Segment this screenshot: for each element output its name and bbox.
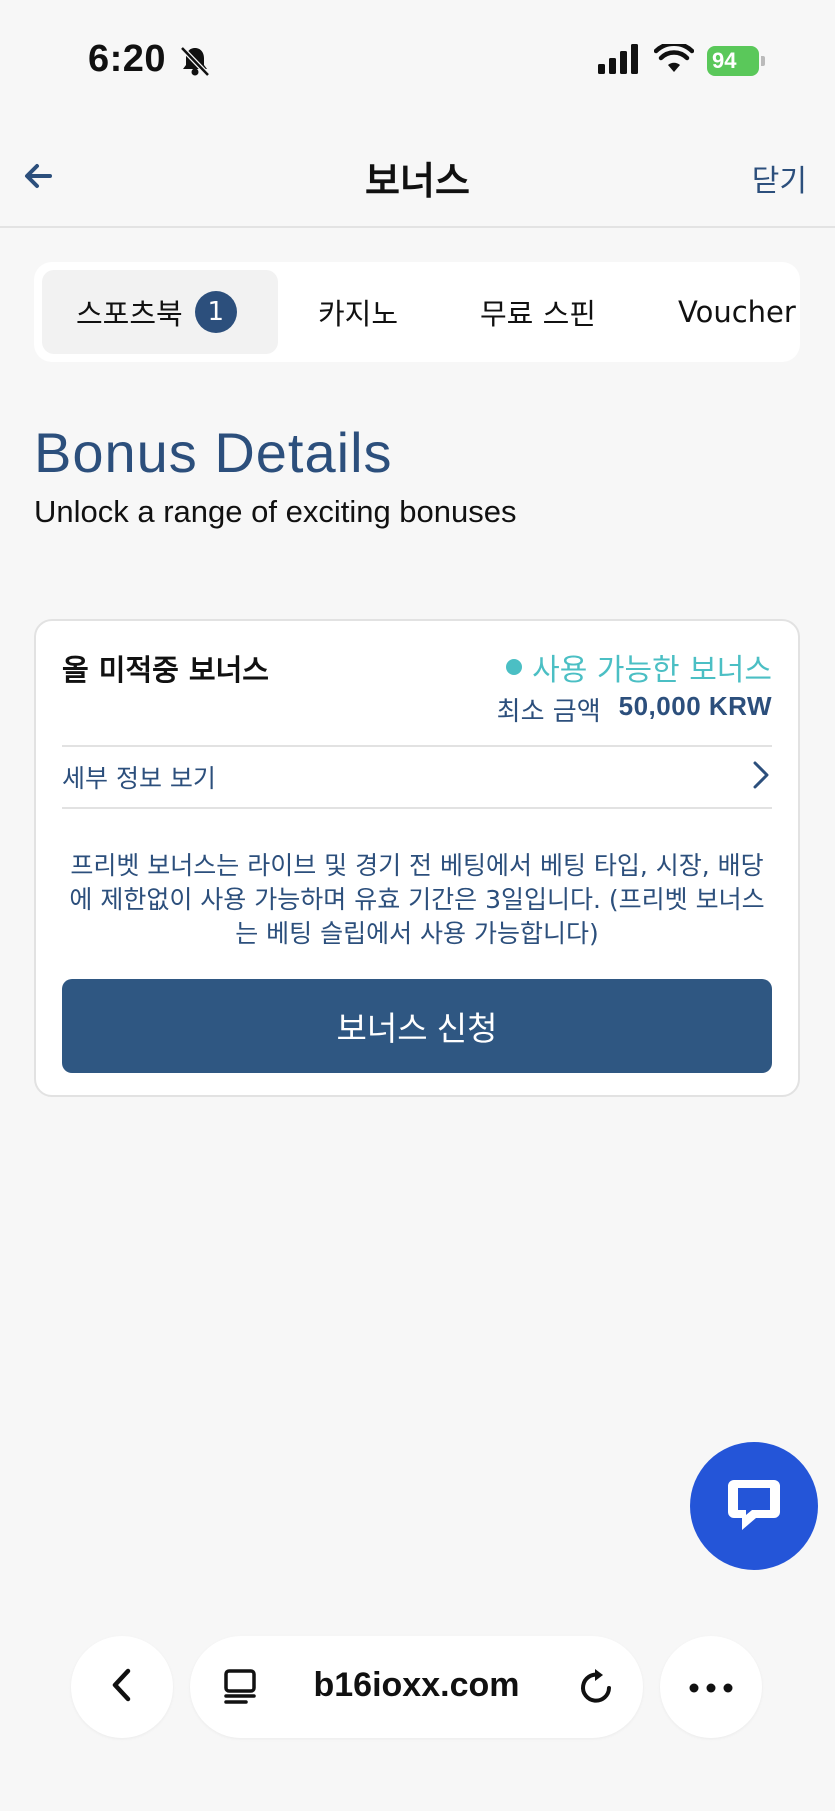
status-dot-icon	[506, 659, 523, 675]
cellular-signal-icon	[598, 44, 640, 78]
chat-button[interactable]	[690, 1442, 818, 1570]
battery-icon: 94	[707, 46, 765, 76]
bonus-status: 사용 가능한 보너스	[506, 645, 772, 689]
more-dots-icon	[689, 1678, 733, 1697]
tab-label: Voucher	[678, 295, 796, 329]
tab-sportsbook[interactable]: 스포츠북 1	[42, 270, 278, 354]
bell-muted-icon	[178, 44, 212, 82]
tab-free-spins[interactable]: 무료 스핀	[480, 270, 596, 354]
bonus-description: 프리벳 보너스는 라이브 및 경기 전 베팅에서 베팅 타입, 시장, 배당에 …	[69, 851, 765, 948]
tab-count-badge: 1	[194, 291, 237, 333]
browser-more-button[interactable]	[660, 1636, 762, 1738]
browser-back-button[interactable]	[71, 1636, 173, 1738]
close-button[interactable]: 닫기	[752, 156, 807, 200]
tab-voucher[interactable]: Voucher	[678, 270, 796, 354]
view-details-label: 세부 정보 보기	[62, 764, 216, 793]
minimum-amount: 최소 금액 50,000 KRW	[497, 691, 772, 728]
status-bar: 6:20 94	[0, 0, 835, 120]
bonus-tabs: 스포츠북 1 카지노 무료 스핀 Voucher	[34, 262, 800, 362]
view-details-row[interactable]: 세부 정보 보기	[62, 747, 772, 807]
section-subtitle: Unlock a range of exciting bonuses	[34, 494, 517, 529]
url-text: b16ioxx.com	[313, 1666, 520, 1704]
status-time: 6:20	[88, 38, 167, 80]
page-title: 보너스	[365, 159, 470, 203]
chevron-right-icon	[750, 760, 772, 794]
tab-label: 카지노	[318, 297, 399, 331]
chevron-left-icon	[107, 1665, 137, 1709]
min-amount-label: 최소 금액	[496, 697, 601, 727]
status-text: 사용 가능한 보너스	[532, 653, 772, 688]
browser-toolbar: b16ioxx.com	[0, 1620, 835, 1811]
wifi-icon	[653, 41, 695, 78]
bonus-title: 올 미적중 보너스	[62, 653, 269, 687]
bonus-card: 올 미적중 보너스 사용 가능한 보너스 최소 금액 50,000 KRW 세부…	[34, 619, 800, 1097]
address-bar[interactable]: b16ioxx.com	[190, 1636, 643, 1738]
battery-level: 94	[707, 46, 759, 76]
chat-bubble-icon	[722, 1472, 786, 1540]
reload-icon[interactable]	[577, 1666, 617, 1712]
tab-label: 스포츠북	[76, 297, 183, 331]
divider	[62, 807, 772, 809]
claim-bonus-button[interactable]: 보너스 신청	[62, 979, 772, 1073]
tab-casino[interactable]: 카지노	[318, 270, 398, 354]
header-bar: 보너스 닫기	[0, 130, 835, 228]
section-heading: Bonus Details	[34, 421, 393, 484]
min-amount-value: 50,000 KRW	[618, 691, 772, 721]
tab-label: 무료 스핀	[480, 297, 596, 331]
